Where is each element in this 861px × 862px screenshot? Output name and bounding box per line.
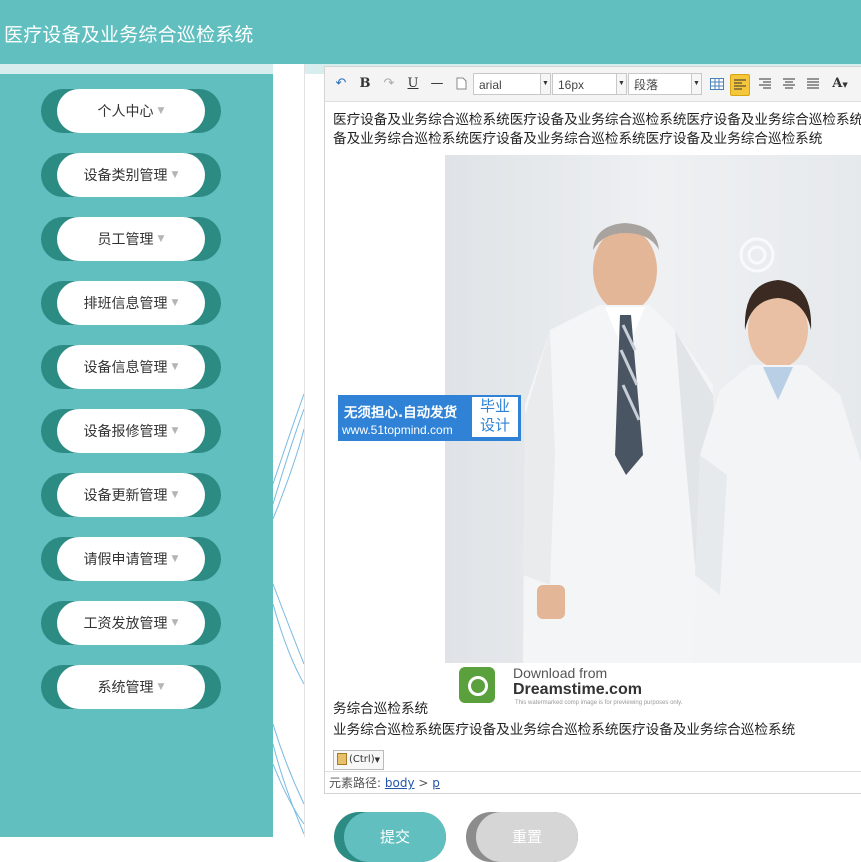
sidebar-item-label: 员工管理 (97, 232, 154, 248)
chevron-down-icon: ▼ (157, 682, 165, 692)
sidebar-item-label: 个人中心 (97, 104, 154, 120)
path-link-body[interactable]: body (385, 776, 415, 790)
font-family-value: arial (479, 78, 502, 92)
chevron-down-icon: ▼ (171, 298, 179, 308)
chevron-down-icon: ▼ (171, 170, 179, 180)
font-family-select[interactable]: arial ▼ (473, 73, 551, 95)
chevron-down-icon: ▼ (171, 490, 179, 500)
chevron-down-icon: ▼ (616, 74, 626, 94)
align-justify-icon[interactable] (804, 74, 822, 94)
watermark-line-1: 无须担心.自动发货 (344, 405, 458, 421)
sidebar-item-label: 工资发放管理 (83, 616, 168, 632)
undo-icon[interactable]: ↶ (333, 74, 349, 94)
font-color-button[interactable]: A▼ (830, 74, 850, 94)
sidebar-item-label: 系统管理 (97, 680, 154, 696)
align-center-icon[interactable] (780, 74, 798, 94)
font-size-select[interactable]: 16px ▼ (552, 73, 627, 95)
sidebar-item-leave[interactable]: 请假申请管理 ▼ (41, 537, 221, 581)
content-line: 务综合巡检系统 (333, 701, 429, 717)
sidebar-item-employee[interactable]: 员工管理 ▼ (41, 217, 221, 261)
table-icon[interactable] (708, 74, 726, 94)
clipboard-icon (337, 753, 347, 765)
watermark-box-line-2: 设计 (479, 416, 510, 434)
chevron-down-icon: ▼ (171, 362, 179, 372)
document-icon[interactable] (453, 74, 469, 94)
editor-content-lower[interactable]: 务综合巡检系统 业务综合巡检系统医疗设备及业务综合巡检系统医疗设备及业务综合巡检… (333, 699, 861, 741)
sidebar-item-device-update[interactable]: 设备更新管理 ▼ (41, 473, 221, 517)
badge-line-2: Dreamstime.com (513, 681, 642, 698)
paragraph-select[interactable]: 段落 ▼ (628, 73, 702, 95)
sidebar-item-salary[interactable]: 工资发放管理 ▼ (41, 601, 221, 645)
redo-icon[interactable]: ↷ (381, 74, 397, 94)
chevron-down-icon: ▼ (374, 756, 380, 764)
sidebar-item-device-repair[interactable]: 设备报修管理 ▼ (41, 409, 221, 453)
path-link-p[interactable]: p (432, 776, 440, 790)
horizontal-rule-icon[interactable]: — (429, 74, 445, 94)
content-line: 备及业务综合巡检系统医疗设备及业务综合巡检系统医疗设备及业务综合巡检系统 (333, 131, 823, 147)
chevron-down-icon: ▼ (171, 618, 179, 628)
element-path-label: 元素路径: (329, 776, 382, 790)
paste-label: (Ctrl) (349, 754, 375, 765)
chevron-down-icon: ▼ (540, 74, 550, 94)
submit-label: 提交 (344, 812, 446, 862)
sidebar-item-label: 设备更新管理 (83, 488, 168, 504)
watermark-box: 毕业 设计 (472, 397, 518, 437)
chevron-down-icon: ▼ (157, 106, 165, 116)
sidebar-item-label: 设备类别管理 (83, 168, 168, 184)
bold-button[interactable]: B (357, 74, 373, 94)
dreamstime-logo-icon (459, 667, 495, 703)
sidebar: 个人中心 ▼ 设备类别管理 ▼ 员工管理 ▼ 排班信息管理 ▼ 设备信息管理 ▼ 设备报修… (0, 74, 273, 837)
chevron-down-icon: ▼ (157, 234, 165, 244)
sidebar-item-device-category[interactable]: 设备类别管理 ▼ (41, 153, 221, 197)
font-color-label: A (832, 76, 843, 91)
sidebar-item-system[interactable]: 系统管理 ▼ (41, 665, 221, 709)
watermark-url: www.51topmind.com (342, 423, 453, 437)
path-separator: > (418, 776, 429, 790)
sidebar-item-schedule[interactable]: 排班信息管理 ▼ (41, 281, 221, 325)
background-decoration (273, 64, 305, 837)
sidebar-item-label: 排班信息管理 (83, 296, 168, 312)
align-left-icon[interactable] (730, 74, 750, 96)
reset-label: 重置 (476, 812, 578, 862)
content-line: 医疗设备及业务综合巡检系统医疗设备及业务综合巡检系统医疗设备及业务综合巡检系统 (333, 112, 861, 128)
content-line: 业务综合巡检系统医疗设备及业务综合巡检系统医疗设备及业务综合巡检系统 (333, 722, 796, 738)
align-right-icon[interactable] (756, 74, 774, 94)
paste-options-button[interactable]: (Ctrl)▼ (333, 750, 384, 770)
sidebar-item-label: 请假申请管理 (83, 552, 168, 568)
watermark-box-line-1: 毕业 (479, 397, 510, 415)
sidebar-item-device-info[interactable]: 设备信息管理 ▼ (41, 345, 221, 389)
app-header: 医疗设备及业务综合巡检系统 (0, 0, 861, 64)
reset-button[interactable]: 重置 (466, 812, 578, 862)
chevron-down-icon: ▼ (171, 426, 179, 436)
paragraph-value: 段落 (634, 78, 659, 92)
watermark-ad: 无须担心.自动发货 www.51topmind.com 毕业 设计 (338, 395, 521, 441)
chevron-down-icon: ▼ (171, 554, 179, 564)
element-path-bar: 元素路径: body > p (325, 771, 861, 793)
app-title: 医疗设备及业务综合巡检系统 (4, 24, 254, 46)
submit-button[interactable]: 提交 (334, 812, 446, 862)
chevron-down-icon: ▼ (691, 74, 701, 94)
sidebar-item-label: 设备信息管理 (83, 360, 168, 376)
chevron-down-icon: ▼ (842, 80, 848, 89)
editor-content[interactable]: 医疗设备及业务综合巡检系统医疗设备及业务综合巡检系统医疗设备及业务综合巡检系统 … (333, 111, 861, 149)
badge-line-1: Download from (513, 665, 608, 681)
font-size-value: 16px (558, 78, 585, 92)
sidebar-item-label: 设备报修管理 (83, 424, 168, 440)
sidebar-item-personal-center[interactable]: 个人中心 ▼ (41, 89, 221, 133)
underline-button[interactable]: U (405, 74, 421, 94)
editor-toolbar: ↶ B ↷ U — arial ▼ 16px ▼ 段落 ▼ A▼ (325, 67, 861, 102)
